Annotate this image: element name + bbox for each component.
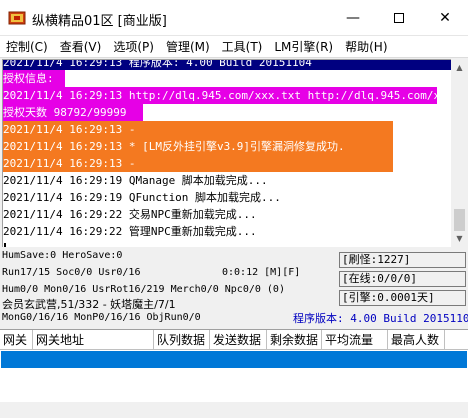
- status-online: [在线:0/0/0]: [339, 271, 466, 287]
- status-panel: HumSave:0 HeroSave:0 Run17/15 Soc0/0 Usr…: [0, 248, 468, 328]
- column-gateway[interactable]: 网关: [0, 330, 33, 350]
- log-scrollbar[interactable]: ▲ ▼: [451, 59, 468, 247]
- column-queue[interactable]: 队列数据: [154, 330, 210, 350]
- maximize-icon: [394, 13, 404, 23]
- gateway-table[interactable]: 网关 网关地址 队列数据 发送数据 剩余数据 平均流量 最高人数: [0, 329, 468, 418]
- status-refresh: [刷怪:1227]: [339, 252, 466, 268]
- log-line-version: 2021/11/4 16:29:13 程序版本: 4.00 Build 2015…: [3, 60, 451, 70]
- minimize-button[interactable]: —: [330, 0, 376, 36]
- status-run: Run17/15 Soc0/0 Usr0/16: [2, 267, 141, 278]
- menu-manage[interactable]: 管理(M): [160, 36, 216, 58]
- menu-bar: 控制(C) 查看(V) 选项(P) 管理(M) 工具(T) LM引擎(R) 帮助(H): [0, 36, 468, 58]
- status-timer: 0:0:12 [M][F]: [222, 267, 301, 278]
- column-max-users[interactable]: 最高人数: [388, 330, 445, 350]
- log-view[interactable]: 2021/11/4 16:29:13 程序版本: 4.00 Build 2015…: [2, 59, 451, 247]
- log-line-auth-title: 授权信息:: [3, 70, 65, 87]
- status-hum: Hum0/0 Mon0/16 UsrRot16/219 Merch0/0 Npc…: [2, 284, 285, 295]
- log-line-auth-url: 2021/11/4 16:29:13 http://dlq.945.com/xx…: [3, 87, 451, 104]
- menu-tools[interactable]: 工具(T): [216, 36, 269, 58]
- close-button[interactable]: ✕: [422, 0, 468, 36]
- app-icon: [8, 11, 26, 25]
- window-title: 纵横精品01区 [商业版]: [32, 14, 167, 29]
- log-line-orange-1: 2021/11/4 16:29:13 -: [3, 121, 393, 138]
- column-remaining[interactable]: 剩余数据: [267, 330, 322, 350]
- menu-help[interactable]: 帮助(H): [339, 36, 393, 58]
- column-address[interactable]: 网关地址: [33, 330, 154, 350]
- maximize-button[interactable]: [376, 0, 422, 36]
- title-bar: 纵横精品01区 [商业版] — ✕: [0, 0, 468, 36]
- scroll-down-icon[interactable]: ▼: [451, 230, 468, 247]
- table-row[interactable]: [1, 351, 467, 368]
- scrollbar-thumb[interactable]: [454, 209, 465, 231]
- log-line: 2021/11/4 16:29:19 QFunction 脚本加载完成...: [3, 191, 281, 204]
- minimize-icon: —: [346, 10, 360, 26]
- column-sent[interactable]: 发送数据: [210, 330, 267, 350]
- column-avg-traffic[interactable]: 平均流量: [322, 330, 388, 350]
- log-line: 2021/11/4 16:29:22 交易NPC重新加载完成...: [3, 208, 257, 221]
- menu-view[interactable]: 查看(V): [54, 36, 108, 58]
- table-scrollbar[interactable]: [0, 402, 468, 418]
- status-humsave: HumSave:0 HeroSave:0: [2, 250, 123, 261]
- table-header: 网关 网关地址 队列数据 发送数据 剩余数据 平均流量 最高人数: [0, 330, 468, 350]
- log-line-orange-2: 2021/11/4 16:29:13 * [LM反外挂引擎v3.9]引擎漏洞修复…: [3, 138, 393, 155]
- log-line: 2021/11/4 16:29:19 QManage 脚本加载完成...: [3, 174, 268, 187]
- scroll-up-icon[interactable]: ▲: [451, 59, 468, 76]
- status-member: 会员玄武营,51/332 - 妖塔魔主/7/1: [2, 298, 176, 311]
- log-line-orange-3: 2021/11/4 16:29:13 -: [3, 155, 393, 172]
- menu-lm-engine[interactable]: LM引擎(R): [268, 36, 339, 58]
- version-label: 程序版本: 4.00 Build 20151104: [293, 312, 468, 325]
- status-engine: [引擎:0.0001天]: [339, 290, 466, 306]
- log-line: 2021/11/4 16:29:22 管理NPC重新加载完成...: [3, 225, 257, 238]
- log-line-auth-days: 授权天数 98792/99999: [3, 104, 143, 121]
- text-cursor: [4, 243, 6, 247]
- menu-options[interactable]: 选项(P): [107, 36, 160, 58]
- menu-control[interactable]: 控制(C): [0, 36, 54, 58]
- close-icon: ✕: [439, 10, 451, 26]
- status-mon: MonG0/16/16 MonP0/16/16 ObjRun0/0: [2, 312, 201, 323]
